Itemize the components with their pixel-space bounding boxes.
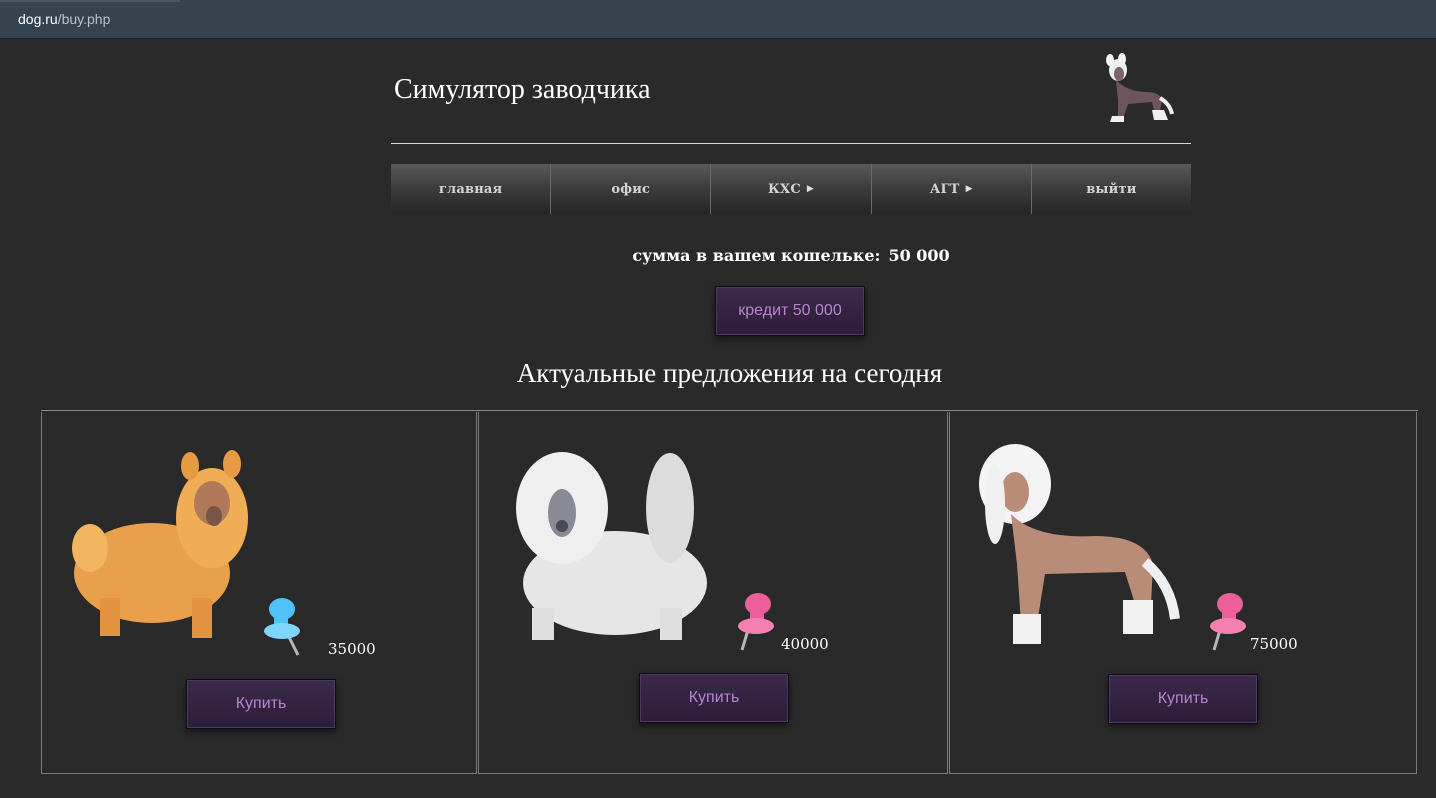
nav-item-khs[interactable]: КХС ▶ — [711, 164, 872, 214]
nav-item-label: офис — [611, 181, 651, 197]
nav-item-label: АГТ — [929, 181, 960, 197]
buy-button[interactable]: Купить — [639, 673, 789, 723]
site-title: Симулятор заводчика — [394, 74, 651, 105]
pin-icon — [264, 598, 300, 656]
nav-item-agt[interactable]: АГТ ▶ — [871, 164, 1032, 214]
dog-image — [72, 450, 248, 638]
header-divider — [391, 143, 1191, 144]
buy-button[interactable]: Купить — [1108, 674, 1258, 724]
nav-item-home[interactable]: главная — [391, 164, 552, 214]
nav-item-logout[interactable]: выйти — [1031, 164, 1192, 214]
offer-price: 75000 — [1250, 635, 1298, 653]
url-path: /buy.php — [57, 11, 111, 27]
offer-price: 35000 — [328, 640, 376, 658]
browser-address-bar[interactable]: dog.ru/buy.php — [0, 0, 1436, 39]
caret-right-icon: ▶ — [965, 184, 973, 194]
caret-right-icon: ▶ — [806, 184, 814, 194]
dog-image — [979, 444, 1180, 644]
pin-icon — [1210, 593, 1246, 651]
tab-indicator — [0, 0, 180, 2]
credit-button[interactable]: кредит 50 000 — [715, 286, 865, 336]
offers-title: Актуальные предложения на сегодня — [516, 358, 943, 388]
dog-image — [516, 452, 707, 640]
wallet-amount: 50 000 — [888, 246, 950, 265]
wallet-label: сумма в вашем кошельке: — [632, 246, 881, 265]
nav-item-label: главная — [438, 181, 503, 197]
offers-grid-top-border — [41, 410, 1418, 411]
nav-item-label: КХС — [768, 181, 801, 197]
offer-price: 40000 — [781, 635, 829, 653]
dog-logo-icon — [1106, 53, 1174, 122]
nav-item-label: выйти — [1086, 181, 1137, 197]
nav-item-office[interactable]: офис — [551, 164, 712, 214]
url-field[interactable]: dog.ru/buy.php — [18, 11, 110, 27]
wallet-balance: сумма в вашем кошельке: 50 000 — [0, 246, 1436, 265]
buy-button[interactable]: Купить — [186, 679, 336, 729]
url-host: dog.ru — [18, 11, 58, 27]
pin-icon — [738, 593, 774, 651]
main-nav: главная офис КХС ▶ АГТ ▶ выйти — [391, 164, 1192, 214]
